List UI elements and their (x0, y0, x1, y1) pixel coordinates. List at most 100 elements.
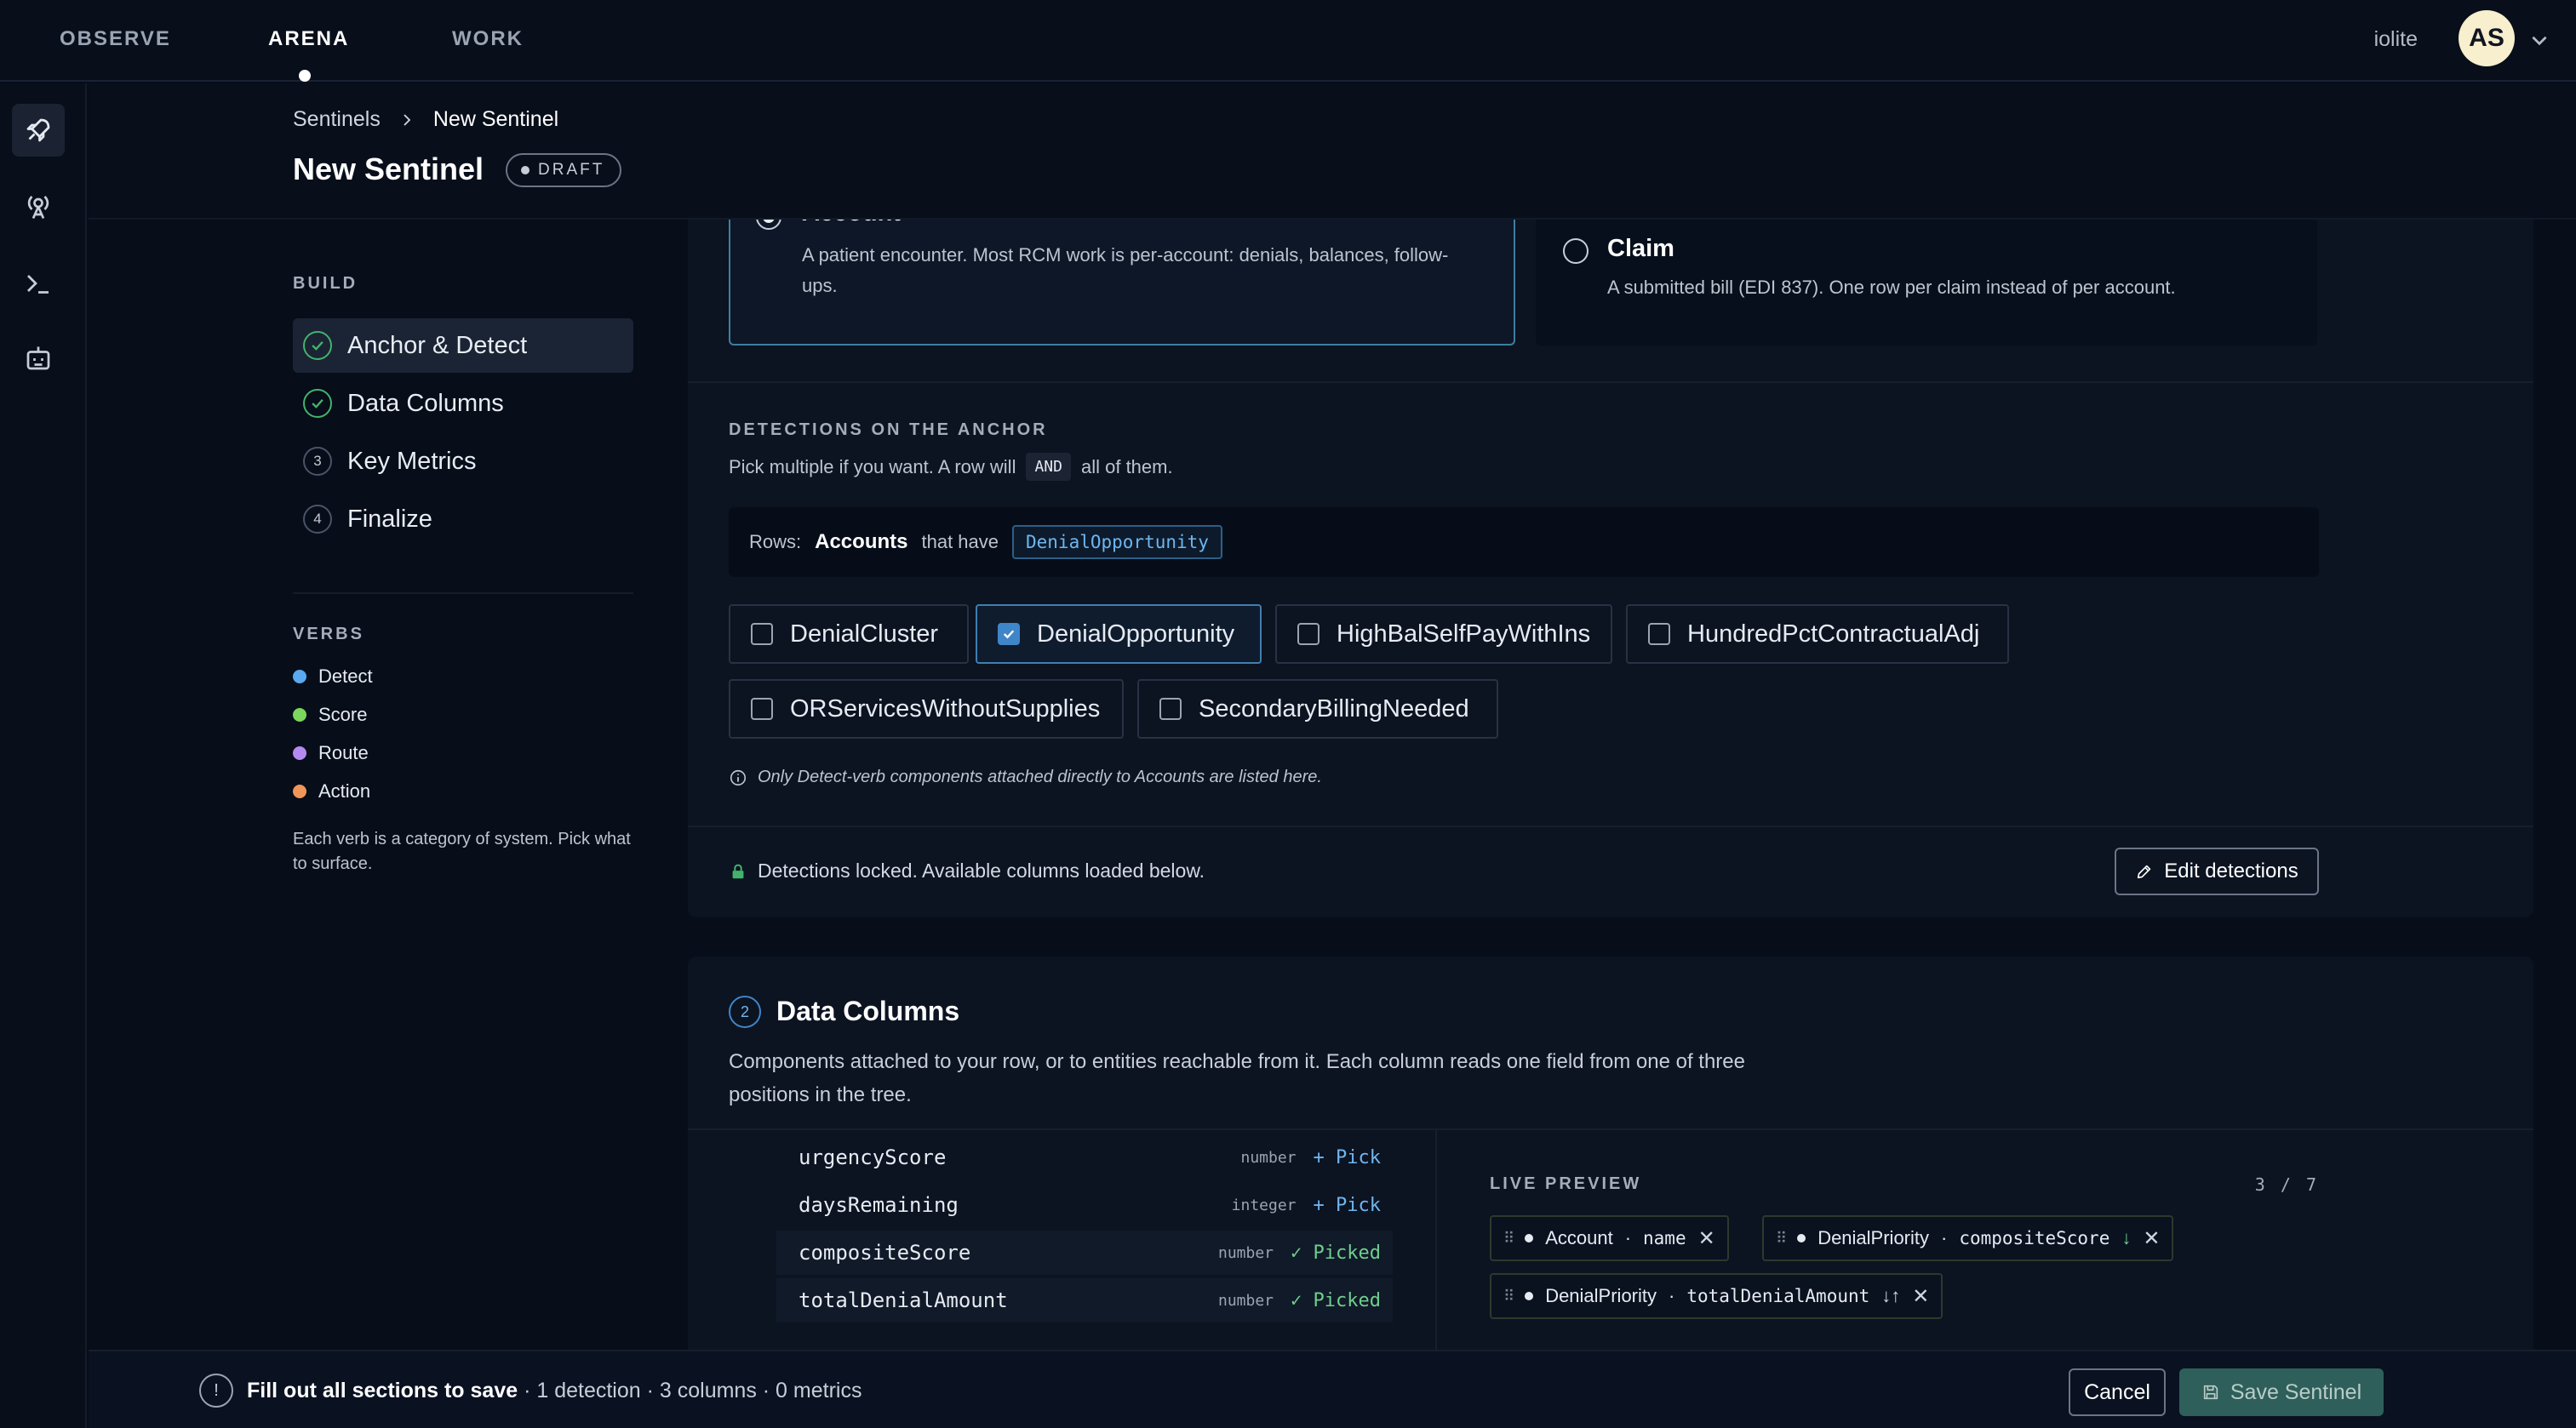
detections-heading: DETECTIONS ON THE ANCHOR (729, 420, 1048, 439)
pick-button[interactable]: + Pick (1314, 1147, 1381, 1168)
cancel-button[interactable]: Cancel (2069, 1368, 2166, 1416)
checkbox-icon[interactable] (751, 623, 773, 645)
step-label: Finalize (347, 505, 432, 533)
close-icon[interactable]: ✕ (1698, 1226, 1715, 1251)
field-type: number (1218, 1291, 1274, 1310)
verbs-note: Each verb is a category of system. Pick … (293, 830, 631, 873)
radio-icon[interactable] (1563, 238, 1589, 264)
nav-work[interactable]: WORK (452, 27, 524, 51)
sort-desc-icon[interactable]: ↓ (2121, 1227, 2131, 1249)
detection-option[interactable]: SecondaryBillingNeeded (1137, 679, 1498, 739)
locked-status: Detections locked. Available columns loa… (729, 860, 1205, 883)
close-icon[interactable]: ✕ (1912, 1284, 1929, 1309)
nav-observe[interactable]: OBSERVE (60, 27, 171, 51)
exclamation-icon: ! (199, 1374, 233, 1408)
verb-action: Action (293, 780, 370, 803)
checkbox-checked-icon[interactable] (998, 623, 1020, 645)
detection-option[interactable]: HighBalSelfPayWithIns (1275, 604, 1612, 664)
chevron-down-icon[interactable] (2528, 29, 2550, 51)
preview-column-pill[interactable]: ⠿ DenialPriority · compositeScore ↓ ✕ (1762, 1215, 2174, 1261)
sort-toggle-icon[interactable]: ↓↑ (1881, 1285, 1900, 1307)
terminal-icon[interactable] (12, 257, 65, 310)
left-rail (0, 83, 87, 1428)
robot-icon[interactable] (12, 332, 65, 385)
breadcrumb: Sentinels New Sentinel (293, 107, 558, 132)
field-type: integer (1231, 1196, 1297, 1214)
divider (293, 592, 633, 594)
breadcrumb-current: New Sentinel (432, 107, 559, 131)
step-key-metrics[interactable]: 3 Key Metrics (293, 434, 633, 488)
build-section: BUILD Anchor & Detect Data Columns 3 Key… (293, 274, 633, 534)
column-count: 3 / 7 (2254, 1174, 2319, 1195)
pill-field: totalDenialAmount (1686, 1286, 1870, 1306)
rocket-icon[interactable] (12, 104, 65, 157)
detection-option[interactable]: ORServicesWithoutSupplies (729, 679, 1124, 739)
page-header: Sentinels New Sentinel New Sentinel DRAF… (89, 83, 2576, 220)
checkbox-icon[interactable] (1648, 623, 1670, 645)
detection-option[interactable]: DenialOpportunity (976, 604, 1262, 664)
anchor-claim-title: Claim (1607, 235, 1674, 262)
info-icon (730, 769, 747, 785)
anchor-option-claim[interactable]: Claim A submitted bill (EDI 837). One ro… (1536, 213, 2317, 346)
step-number: 3 (303, 447, 332, 476)
step-label: Anchor & Detect (347, 331, 528, 359)
pill-entity: Account (1545, 1227, 1613, 1248)
field-row[interactable]: compositeScore number ✓ Picked (776, 1231, 1393, 1275)
pick-button[interactable]: + Pick (1314, 1195, 1381, 1216)
verb-label: Detect (318, 665, 373, 687)
section-number: 2 (729, 996, 761, 1028)
field-name: daysRemaining (799, 1193, 959, 1217)
detection-option[interactable]: HundredPctContractualAdj (1626, 604, 2009, 664)
antenna-icon[interactable] (12, 180, 65, 233)
close-icon[interactable]: ✕ (2143, 1226, 2160, 1251)
field-row[interactable]: daysRemaining integer + Pick (776, 1183, 1393, 1227)
drag-handle-icon[interactable]: ⠿ (1776, 1230, 1787, 1248)
pill-separator: · (1624, 1227, 1632, 1248)
detection-label: DenialCluster (790, 620, 939, 648)
detection-label: ORServicesWithoutSupplies (790, 694, 1101, 723)
preview-column-pill[interactable]: ⠿ Account · name ✕ (1490, 1215, 1729, 1261)
status-badge: DRAFT (506, 153, 622, 187)
avatar[interactable]: AS (2459, 10, 2515, 66)
picked-indicator[interactable]: ✓ Picked (1291, 1242, 1381, 1264)
detection-option[interactable]: DenialCluster (729, 604, 969, 664)
edit-detections-button[interactable]: Edit detections (2115, 848, 2319, 895)
status-dot-icon (521, 166, 530, 174)
field-row[interactable]: totalDenialAmount number ✓ Picked (776, 1278, 1393, 1322)
active-nav-indicator (299, 70, 311, 82)
pill-entity: DenialPriority (1818, 1227, 1930, 1248)
locked-text: Detections locked. Available columns loa… (758, 860, 1205, 882)
dot-icon (1797, 1234, 1806, 1242)
anchor-account-desc: A patient encounter. Most RCM work is pe… (802, 244, 1449, 296)
save-warning: Fill out all sections to save (247, 1378, 518, 1402)
status-badge-label: DRAFT (538, 161, 605, 179)
preview-column-pill[interactable]: ⠿ DenialPriority · totalDenialAmount ↓↑ … (1490, 1273, 1943, 1319)
detections-sub-text: all of them. (1080, 455, 1173, 477)
rows-label: Rows: (749, 531, 802, 552)
anchor-detect-card: Account A patient encounter. Most RCM wo… (688, 128, 2533, 917)
step-anchor-detect[interactable]: Anchor & Detect (293, 318, 633, 373)
picked-indicator[interactable]: ✓ Picked (1291, 1290, 1381, 1311)
lock-icon (732, 864, 744, 878)
step-data-columns[interactable]: Data Columns (293, 376, 633, 431)
save-sentinel-button[interactable]: Save Sentinel (2179, 1368, 2384, 1416)
drag-handle-icon[interactable]: ⠿ (1503, 1288, 1514, 1305)
checkbox-icon[interactable] (1159, 698, 1182, 720)
top-nav: OBSERVE ARENA WORK iolite AS (0, 0, 2576, 82)
verb-detect: Detect (293, 665, 373, 688)
section-title: Data Columns (776, 996, 960, 1026)
detection-label: DenialOpportunity (1037, 620, 1235, 648)
field-row[interactable]: urgencyScore number + Pick (776, 1135, 1393, 1180)
nav-arena[interactable]: ARENA (268, 27, 349, 51)
drag-handle-icon[interactable]: ⠿ (1503, 1230, 1514, 1248)
rows-detection-tag: DenialOpportunity (1012, 525, 1222, 559)
checkbox-icon[interactable] (751, 698, 773, 720)
breadcrumb-sentinels[interactable]: Sentinels (293, 107, 381, 132)
workspace-name[interactable]: iolite (2374, 27, 2418, 52)
step-label: Data Columns (347, 389, 504, 417)
page-title: New Sentinel (293, 151, 484, 186)
dot-icon (293, 708, 306, 722)
step-finalize[interactable]: 4 Finalize (293, 492, 633, 546)
checkbox-icon[interactable] (1297, 623, 1319, 645)
detections-subtitle: Pick multiple if you want. A row will AN… (729, 453, 1173, 481)
